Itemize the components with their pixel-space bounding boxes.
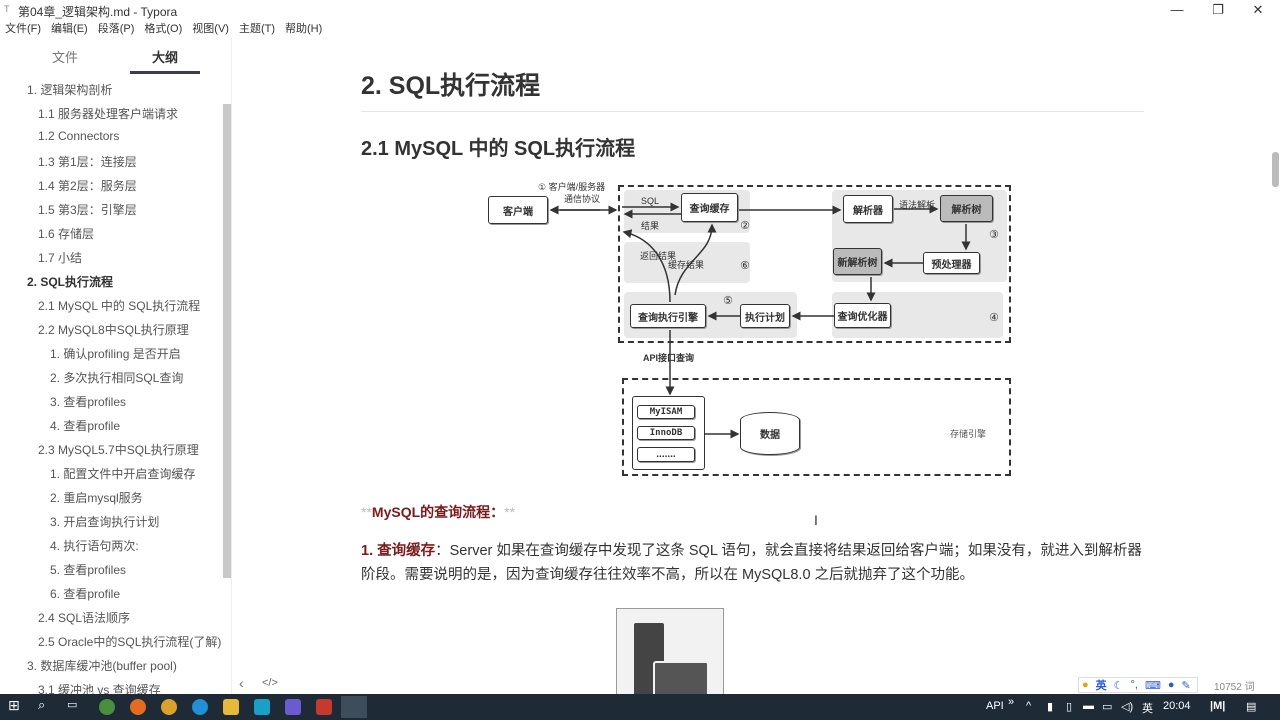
ime-logo-icon: ● [1082,679,1089,691]
bold-paragraph: **MySQL的查询流程：** [361,502,515,522]
battery-icon[interactable]: ▬ [1083,700,1094,712]
file-explorer-icon[interactable] [223,699,239,715]
more-tray-icon[interactable]: » [1008,696,1014,708]
innodb-box: InnoDB [637,426,695,440]
ime-language[interactable]: 英 [1096,677,1107,693]
chrome-icon[interactable] [99,699,115,715]
step-5-label: ⑤ [723,295,733,307]
server-image [616,608,724,699]
bold-marker: ** [361,504,372,520]
parse-tree-box: 解析树 [940,195,993,222]
bold-text: MySQL的查询流程： [371,504,505,520]
recorder-icon[interactable] [316,699,332,715]
task-view-icon[interactable]: ▭ [67,698,77,711]
keyboard-icon[interactable]: ⌨ [1145,679,1161,692]
moon-icon[interactable]: ☾ [1114,679,1124,692]
usb-icon[interactable]: ▯ [1066,700,1072,713]
volume-icon[interactable]: ◁) [1121,700,1133,713]
edge-icon[interactable] [192,699,208,715]
search-icon[interactable]: ⌕ [38,697,45,713]
parser-box: 解析器 [843,195,893,223]
app-icon[interactable] [254,699,270,715]
word-count: 10752 词 [1214,682,1255,693]
step-4-label: ④ [989,312,999,324]
editor-scrollbar[interactable] [1272,152,1279,187]
step-2-label: ② [740,220,750,232]
client-box: 客户端 [488,196,548,224]
wrench-icon[interactable]: ✎ [1182,679,1191,692]
bold-marker: ** [504,504,516,520]
cache-result-label: 缓存结果 [668,260,705,270]
punctuation-icon[interactable]: °, [1131,679,1138,691]
ime-tray-language[interactable]: 英 [1142,700,1153,716]
sql-label: SQL [641,196,660,206]
typora-taskbar-icon[interactable] [341,696,367,718]
paragraph-label: 1. 查询缓存 [361,543,436,559]
optimizer-box: 查询优化器 [834,303,891,328]
storage-engine-label: 存储引擎 [950,429,987,439]
network-icon[interactable]: ▭ [1102,700,1112,713]
execution-engine-box: 查询执行引擎 [630,304,706,328]
clock[interactable]: 20:04 [1163,700,1191,712]
show-hidden-icons[interactable]: ^ [1026,700,1031,712]
data-cylinder: 数据 [740,412,800,455]
firefox-icon[interactable] [130,699,146,715]
mic-icon[interactable]: ▮ [1047,700,1053,713]
windows-start-icon[interactable]: ⊞ [8,697,20,714]
myisam-box: MyISAM [637,405,695,419]
new-parse-tree-box: 新解析树 [833,248,882,275]
result-label: 结果 [641,221,660,231]
app-tray-icon[interactable]: |M| [1210,700,1225,712]
text-cursor-icon: I [814,512,818,528]
ime-toolbar[interactable]: ● 英 ☾ °, ⌨ ● ✎ [1078,677,1198,693]
step-6-label: ⑥ [740,260,750,272]
protocol-label-2: 通信协议 [564,194,601,204]
paragraph: 1. 查询缓存：Server 如果在查询缓存中发现了这条 SQL 语句，就会直接… [361,539,1146,587]
user-icon[interactable]: ● [1168,679,1175,691]
step-3-label: ③ [989,229,999,241]
api-tray-label[interactable]: API [986,700,1004,712]
paragraph-text: ：Server 如果在查询缓存中发现了这条 SQL 语句，就会直接将结果返回给客… [361,543,1142,583]
more-engines-box: ....... [637,447,695,462]
api-label: API接口查询 [643,353,695,363]
syntax-label: 语法解析 [899,200,936,210]
notification-icon[interactable]: ▤ [1246,700,1256,713]
browser-icon[interactable] [161,699,177,715]
query-cache-box: 查询缓存 [681,193,738,222]
execution-plan-box: 执行计划 [740,304,790,328]
preprocessor-box: 预处理器 [923,252,980,274]
ide-icon[interactable] [285,699,301,715]
